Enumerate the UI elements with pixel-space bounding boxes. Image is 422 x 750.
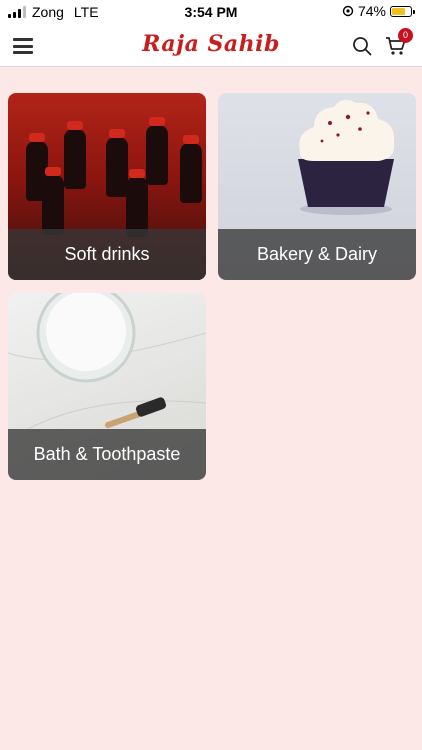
bath-image (8, 293, 206, 429)
cupcake-image (298, 99, 395, 215)
location-icon (342, 5, 354, 17)
cart-count-badge: 0 (398, 28, 413, 43)
top-navbar: Raja Sahib 0 (0, 24, 422, 67)
status-bar: Zong LTE 3:54 PM 74% (0, 0, 422, 24)
category-label: Bath & Toothpaste (8, 429, 206, 480)
category-tile-soft-drinks[interactable]: Soft drinks (8, 93, 206, 280)
status-right: 74% (342, 3, 415, 19)
search-icon[interactable] (352, 36, 372, 56)
battery-percent: 74% (357, 3, 386, 19)
category-tile-bakery-dairy[interactable]: Bakery & Dairy (218, 93, 416, 280)
battery-icon (390, 5, 415, 17)
category-label: Bakery & Dairy (218, 229, 416, 280)
category-label: Soft drinks (8, 229, 206, 280)
category-tile-bath-toothpaste[interactable]: Bath & Toothpaste (8, 293, 206, 480)
